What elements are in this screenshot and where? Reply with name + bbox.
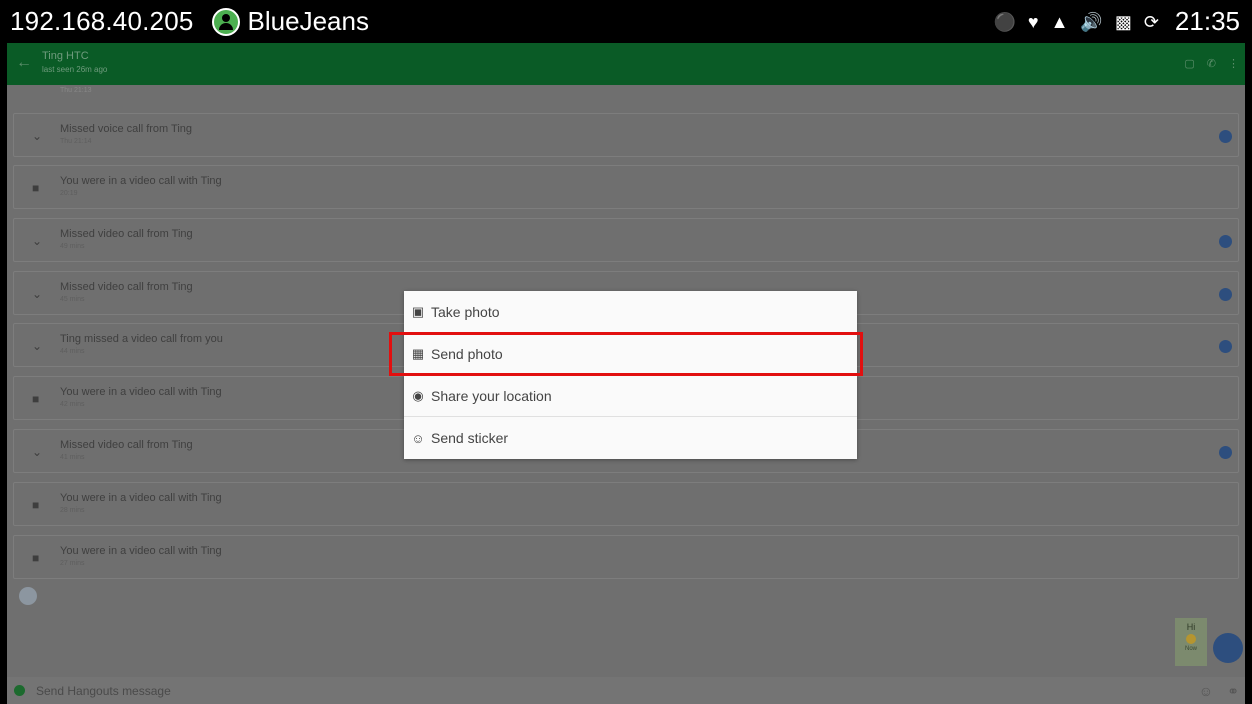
avatar bbox=[1219, 446, 1232, 459]
status-time: 21:35 bbox=[1174, 6, 1240, 36]
camera-icon: ▣ bbox=[411, 303, 425, 319]
video-icon: ■ bbox=[32, 392, 40, 406]
row-title: Missed video call from Ting bbox=[60, 228, 193, 240]
status-app-name: BlueJeans bbox=[247, 6, 369, 36]
heart-icon: ♥ bbox=[1027, 11, 1039, 32]
status-ip: 192.168.40.205 bbox=[10, 6, 194, 36]
row-title: Ting missed a video call from you bbox=[60, 333, 223, 345]
status-icons: ⚫ ♥ ▲ 🔊 ▩ ⟳ 21:35 bbox=[993, 0, 1240, 43]
row-time: 42 mins bbox=[60, 401, 85, 408]
composer: Send Hangouts message ☺ ⚭ bbox=[7, 677, 1245, 704]
list-item[interactable]: ⌄ Missed video call from Ting 49 mins bbox=[13, 218, 1239, 262]
back-arrow-icon[interactable]: ← bbox=[16, 54, 32, 72]
last-seen: last seen 26m ago bbox=[42, 65, 108, 74]
avatar bbox=[1219, 288, 1232, 301]
list-item[interactable]: ⌄ Missed voice call from Ting Thu 21:14 bbox=[13, 113, 1239, 157]
overflow-menu-icon[interactable]: ⋮ bbox=[1228, 57, 1239, 70]
app-bar-actions: ▢ ✆ ⋮ bbox=[1184, 57, 1239, 70]
video-icon: ■ bbox=[32, 181, 40, 195]
contact-name: Ting HTC bbox=[42, 50, 89, 62]
missed-call-icon: ⌄ bbox=[32, 287, 43, 301]
partial-timestamp: Thu 21:13 bbox=[60, 87, 92, 94]
avatar bbox=[1219, 235, 1232, 248]
list-item[interactable]: ■ You were in a video call with Ting 27 mi… bbox=[13, 535, 1239, 579]
bluejeans-icon bbox=[211, 7, 240, 36]
row-title: You were in a video call with Ting bbox=[60, 175, 222, 187]
row-title: Missed video call from Ting bbox=[60, 439, 193, 451]
sim-icon: ▩ bbox=[1114, 11, 1132, 32]
missed-call-icon: ⌄ bbox=[32, 234, 43, 248]
smiley-icon bbox=[1186, 634, 1196, 644]
video-icon: ■ bbox=[32, 498, 40, 512]
row-time: 44 mins bbox=[60, 348, 85, 355]
hangouts-icon bbox=[14, 685, 25, 696]
video-icon: ■ bbox=[32, 551, 40, 565]
sticker-icon: ☺ bbox=[411, 430, 425, 446]
row-title: Missed video call from Ting bbox=[60, 281, 193, 293]
usb-icon: ⚫ bbox=[993, 11, 1016, 32]
avatar bbox=[1219, 340, 1232, 353]
missed-call-icon: ⌄ bbox=[32, 339, 43, 353]
app-bar: ← Ting HTC last seen 26m ago ▢ ✆ ⋮ bbox=[7, 43, 1245, 85]
row-title: You were in a video call with Ting bbox=[60, 386, 222, 398]
message-input[interactable]: Send Hangouts message bbox=[36, 684, 171, 698]
row-time: 49 mins bbox=[60, 243, 85, 250]
row-title: You were in a video call with Ting bbox=[60, 545, 222, 557]
highlight-box bbox=[389, 332, 863, 376]
message-text: Hi bbox=[1186, 622, 1196, 632]
self-avatar bbox=[1213, 633, 1243, 663]
location-icon: ◉ bbox=[412, 387, 424, 403]
list-item[interactable]: ■ You were in a video call with Ting 28 mi… bbox=[13, 482, 1239, 526]
sync-icon: ⟳ bbox=[1143, 11, 1159, 32]
menu-item-take-photo[interactable]: ▣ Take photo bbox=[404, 291, 857, 333]
phone-icon[interactable]: ✆ bbox=[1207, 57, 1216, 70]
row-time: 27 mins bbox=[60, 560, 85, 567]
row-title: You were in a video call with Ting bbox=[60, 492, 222, 504]
row-time: Thu 21:14 bbox=[60, 138, 92, 145]
status-bar: 192.168.40.205 BlueJeans ⚫ ♥ ▲ 🔊 ▩ ⟳ 21:… bbox=[0, 0, 1252, 43]
row-time: 41 mins bbox=[60, 454, 85, 461]
row-title: Missed voice call from Ting bbox=[60, 123, 193, 135]
emoji-icon[interactable]: ☺ bbox=[1199, 683, 1213, 699]
video-call-icon[interactable]: ▢ bbox=[1184, 57, 1194, 70]
missed-call-icon: ⌄ bbox=[32, 445, 43, 459]
menu-item-label: Share your location bbox=[431, 387, 552, 404]
missed-call-icon: ⌄ bbox=[32, 129, 43, 143]
row-time: 45 mins bbox=[60, 296, 85, 303]
menu-item-share-location[interactable]: ◉ Share your location bbox=[404, 375, 857, 417]
avatar bbox=[1219, 130, 1232, 143]
message-time: Now bbox=[1184, 646, 1197, 652]
warning-icon: ▲ bbox=[1050, 11, 1069, 32]
contact-avatar bbox=[19, 587, 37, 605]
volume-icon: 🔊 bbox=[1080, 11, 1103, 32]
attach-icon[interactable]: ⚭ bbox=[1227, 683, 1239, 700]
row-time: 28 mins bbox=[60, 507, 85, 514]
message-bubble[interactable]: Hi Now bbox=[1175, 618, 1207, 666]
row-time: 20:19 bbox=[60, 190, 78, 197]
menu-item-send-sticker[interactable]: ☺ Send sticker bbox=[404, 417, 857, 459]
menu-item-label: Take photo bbox=[431, 303, 500, 320]
menu-item-label: Send sticker bbox=[431, 430, 509, 446]
list-item[interactable]: ■ You were in a video call with Ting 20:19 bbox=[13, 165, 1239, 209]
